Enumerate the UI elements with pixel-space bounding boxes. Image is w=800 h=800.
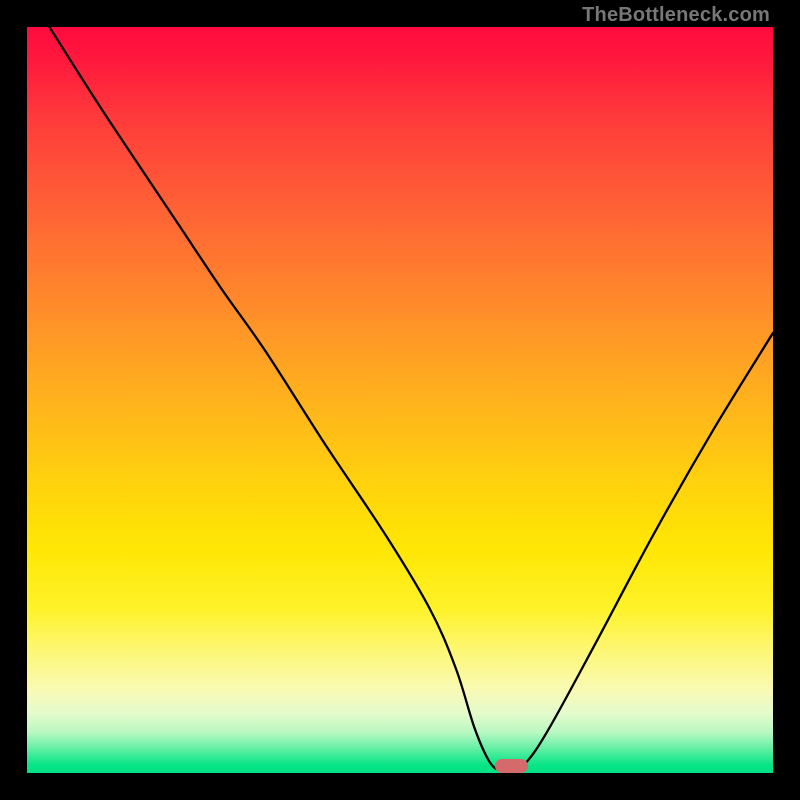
watermark-text: TheBottleneck.com [582,4,770,27]
optimal-marker [495,759,528,773]
bottleneck-curve [27,27,773,773]
plot-area [27,27,773,773]
chart-frame: TheBottleneck.com [0,0,800,800]
